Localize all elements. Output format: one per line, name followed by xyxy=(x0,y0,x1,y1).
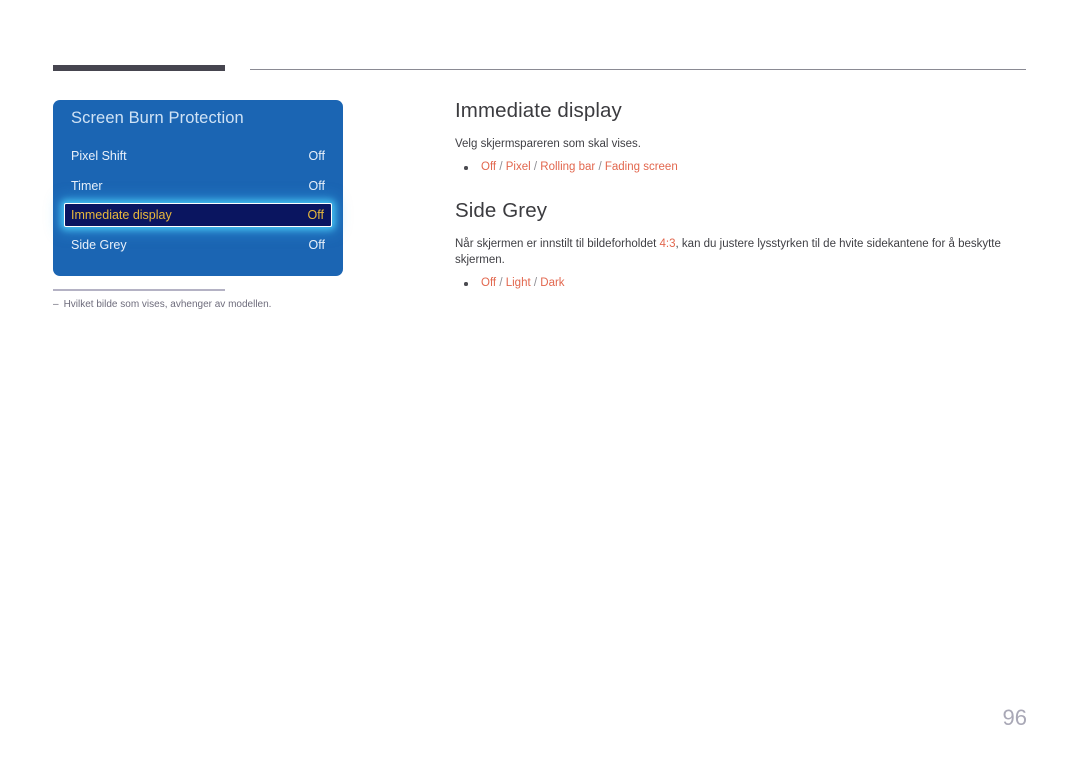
option-value: Light xyxy=(505,277,531,290)
content-column: Immediate display Velg skjermspareren so… xyxy=(455,99,1027,314)
option-value: Pixel xyxy=(505,161,531,174)
option-value: Off xyxy=(481,161,497,174)
osd-item-label: Timer xyxy=(71,179,103,193)
option-separator: / xyxy=(530,161,541,174)
header-rule-line xyxy=(250,69,1026,70)
osd-menu-panel: Screen Burn Protection Pixel Shift Off T… xyxy=(53,100,343,276)
osd-item-label: Pixel Shift xyxy=(71,149,127,163)
footnote: ‒ Hvilket bilde som vises, avhenger av mo… xyxy=(53,299,383,310)
description-text-before: Når skjermen er innstilt til bildeforhol… xyxy=(455,237,660,250)
option-value: Fading screen xyxy=(604,161,678,174)
osd-item-value: Off xyxy=(308,238,325,252)
option-separator: / xyxy=(595,161,605,174)
osd-item-label: Side Grey xyxy=(71,238,127,252)
osd-menu-item-pixel-shift[interactable]: Pixel Shift Off xyxy=(71,145,325,167)
page-number: 96 xyxy=(1002,705,1027,730)
osd-menu-item-timer[interactable]: Timer Off xyxy=(71,175,325,197)
osd-menu-item-side-grey[interactable]: Side Grey Off xyxy=(71,234,325,256)
option-separator: / xyxy=(496,277,506,290)
section-heading: Side Grey xyxy=(455,198,548,222)
list-item: Off / Light / Dark xyxy=(455,275,1027,292)
section-description: Når skjermen er innstilt til bildeforhol… xyxy=(455,236,1027,269)
section-side-grey: Side Grey Når skjermen er innstilt til b… xyxy=(455,199,1027,293)
section-heading: Immediate display xyxy=(455,99,622,122)
description-accent-value: 4:3 xyxy=(659,237,676,250)
option-value: Off xyxy=(481,277,497,290)
footnote-text: Hvilket bilde som vises, avhenger av mod… xyxy=(63,299,272,310)
footnote-dash: ‒ xyxy=(53,299,59,310)
option-value: Dark xyxy=(540,277,565,290)
footnote-divider xyxy=(53,289,225,291)
header-rule-block xyxy=(53,65,225,71)
list-item: Off / Pixel / Rolling bar / Fading scree… xyxy=(455,159,1027,176)
osd-menu-title: Screen Burn Protection xyxy=(71,109,244,127)
osd-item-value: Off xyxy=(308,179,325,193)
option-list: Off / Pixel / Rolling bar / Fading scree… xyxy=(455,159,1027,176)
osd-menu-item-immediate-display-selected[interactable]: Immediate display Off xyxy=(64,203,332,227)
osd-item-value: Off xyxy=(307,208,324,222)
section-immediate-display: Immediate display Velg skjermspareren so… xyxy=(455,99,1027,177)
option-separator: / xyxy=(530,277,541,290)
osd-item-value: Off xyxy=(308,149,325,163)
option-value: Rolling bar xyxy=(540,161,596,174)
osd-item-label: Immediate display xyxy=(71,208,172,222)
section-description: Velg skjermspareren som skal vises. xyxy=(455,138,641,150)
option-list: Off / Light / Dark xyxy=(455,275,1027,292)
option-separator: / xyxy=(496,161,506,174)
